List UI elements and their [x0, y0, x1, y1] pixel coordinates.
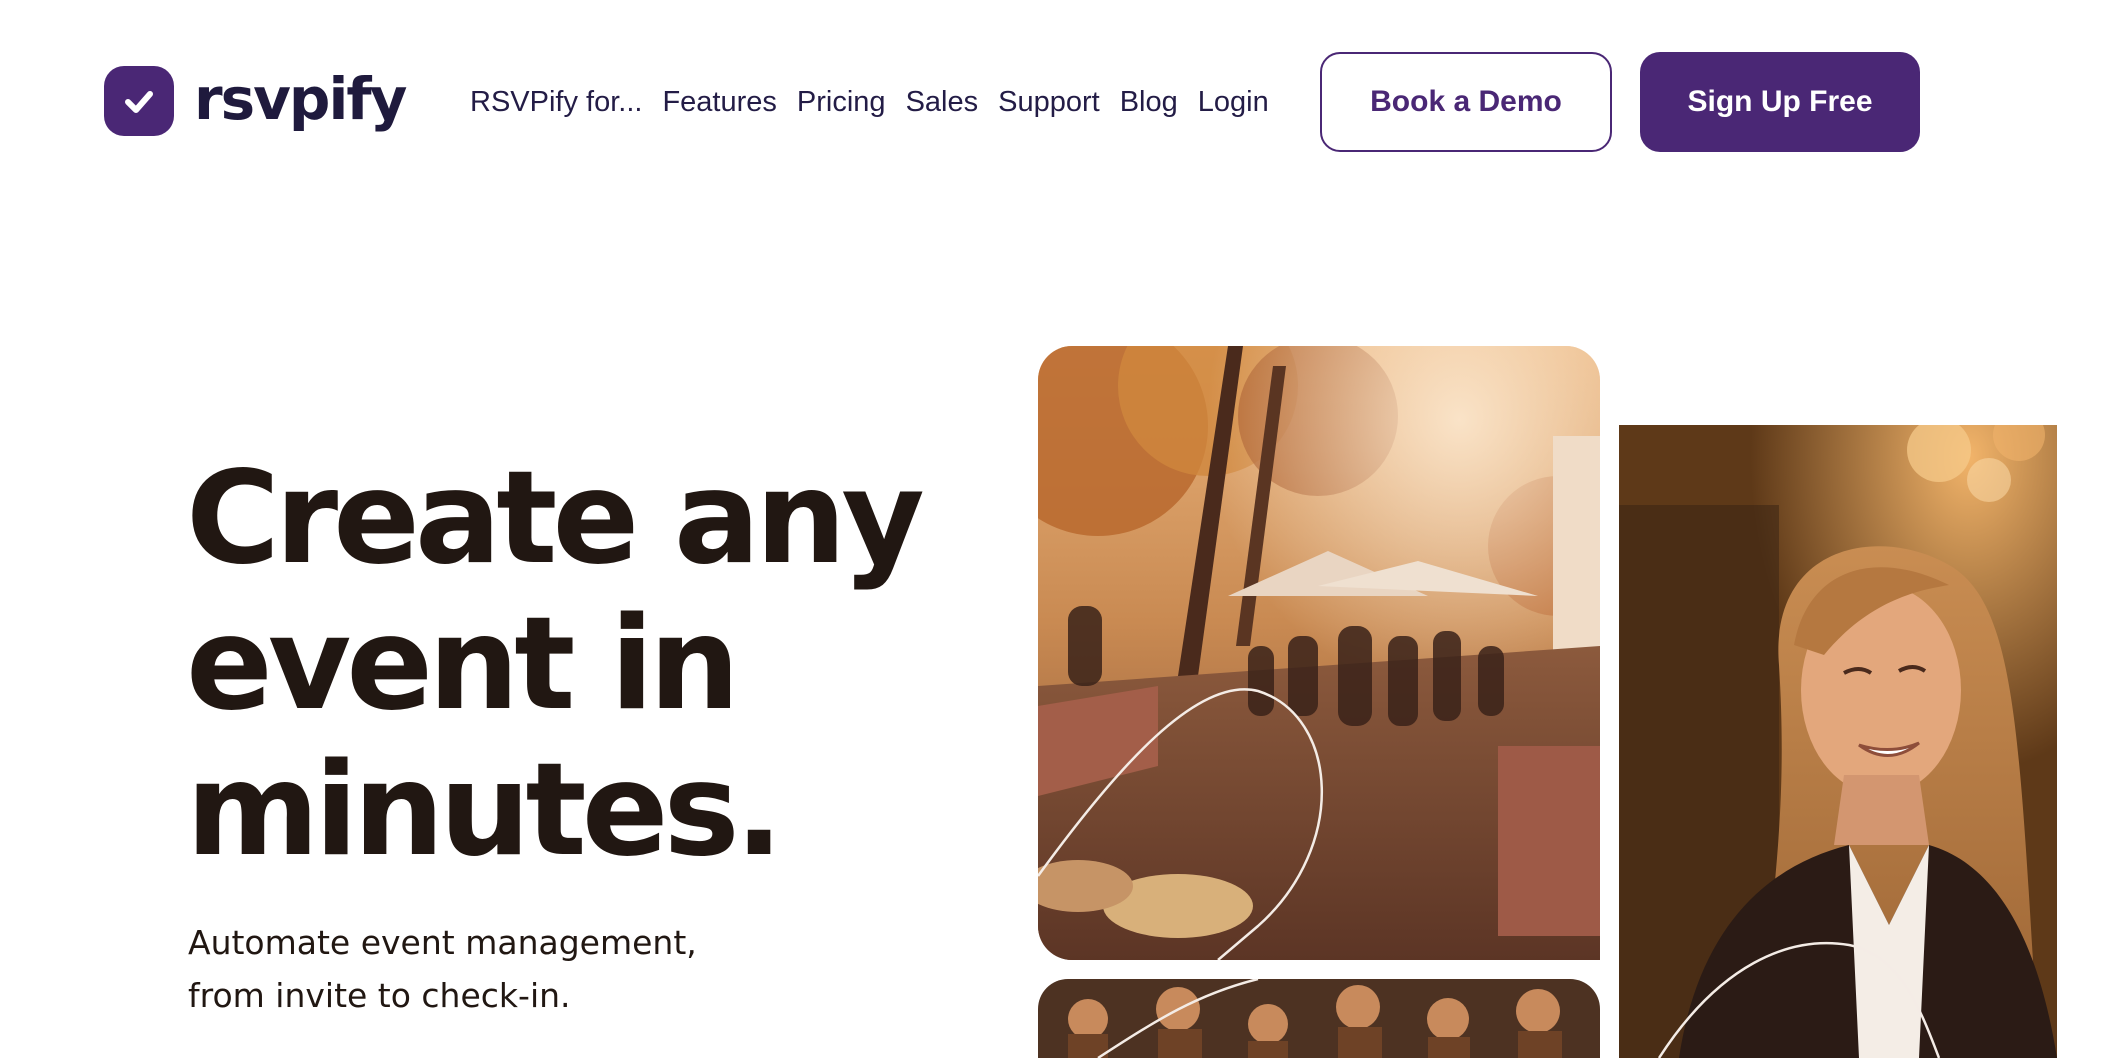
crowd-event-photo: [1038, 979, 1600, 1058]
nav-support[interactable]: Support: [998, 84, 1100, 120]
hero-subtitle-line: from invite to check-in.: [188, 976, 571, 1015]
nav-rsvpify-for[interactable]: RSVPify for...: [470, 84, 642, 120]
main-nav: RSVPify for... Features Pricing Sales Su…: [470, 84, 1269, 120]
hero-title: Create any event in minutes.: [186, 446, 966, 884]
guest-portrait-photo: [1619, 425, 2057, 1058]
hero-title-line: event in: [186, 590, 740, 739]
brand-name: rsvpify: [194, 65, 407, 133]
hero-subtitle: Automate event management, from invite t…: [188, 916, 697, 1022]
nav-login[interactable]: Login: [1198, 84, 1269, 120]
hero-subtitle-line: Automate event management,: [188, 923, 697, 962]
nav-sales[interactable]: Sales: [906, 84, 979, 120]
sign-up-button[interactable]: Sign Up Free: [1640, 52, 1920, 152]
check-icon: [104, 66, 174, 136]
book-demo-button[interactable]: Book a Demo: [1320, 52, 1612, 152]
nav-pricing[interactable]: Pricing: [797, 84, 886, 120]
nav-features[interactable]: Features: [662, 84, 776, 120]
nav-blog[interactable]: Blog: [1120, 84, 1178, 120]
landing-page: rsvpify RSVPify for... Features Pricing …: [0, 0, 2116, 1058]
outdoor-event-photo: [1038, 346, 1600, 960]
hero-title-line: minutes.: [186, 736, 783, 885]
hero-title-line: Create any: [186, 444, 925, 593]
brand-logo[interactable]: rsvpify: [104, 65, 407, 136]
